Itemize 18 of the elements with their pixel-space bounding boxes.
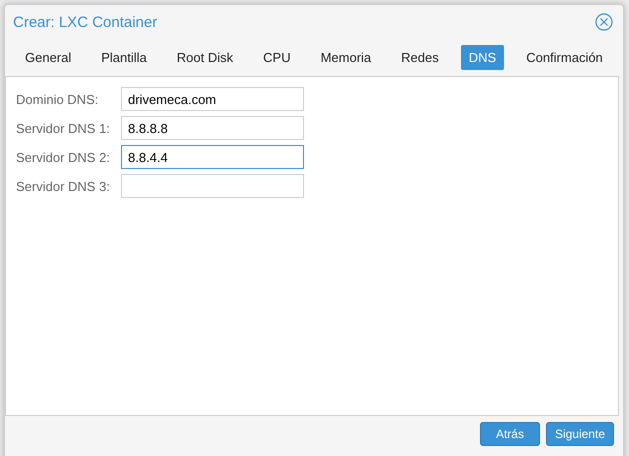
tab[interactable]: Root Disk	[168, 45, 242, 70]
input-field[interactable]: 8.8.8.8	[121, 116, 304, 140]
window-title: Crear: LXC Container	[13, 14, 158, 30]
input-field[interactable]: drivemeca.com	[121, 87, 304, 111]
tab[interactable]: Plantilla	[93, 45, 155, 70]
tab[interactable]: CPU	[255, 45, 299, 70]
field-label: Dominio DNS:	[16, 92, 100, 106]
tab[interactable]: Memoria	[312, 45, 380, 70]
field-label: Servidor DNS 2:	[16, 150, 111, 164]
field-label: Servidor DNS 3:	[16, 178, 111, 194]
input-field[interactable]: 8.8.4.4	[121, 145, 304, 169]
tab[interactable]: General	[17, 45, 80, 70]
input-field[interactable]	[121, 174, 304, 198]
field-label: Servidor DNS 1:	[16, 120, 111, 136]
close-icon	[595, 13, 613, 31]
tab[interactable]: Confirmación	[518, 45, 611, 70]
close-button[interactable]	[595, 13, 613, 31]
tab[interactable]: Redes	[393, 45, 447, 70]
